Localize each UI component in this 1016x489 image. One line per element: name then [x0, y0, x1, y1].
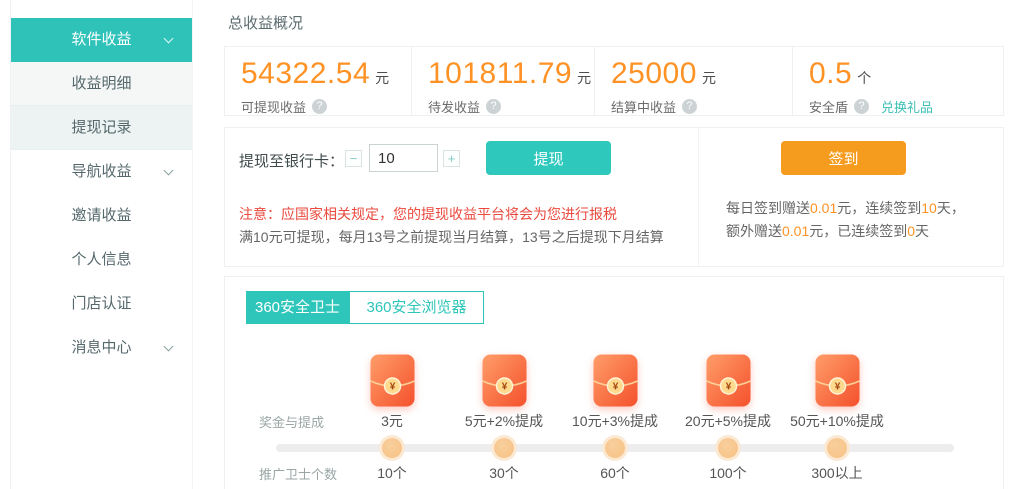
- withdraw-amount-input[interactable]: [369, 144, 438, 172]
- red-envelope-icon: [815, 354, 860, 407]
- tier-progress-dot: [605, 438, 625, 458]
- sidebar-item-invite-earnings[interactable]: 邀请收益: [11, 194, 192, 238]
- panel-divider: [698, 128, 699, 266]
- stat-unit: 元: [702, 70, 716, 86]
- chevron-down-icon: [164, 166, 174, 176]
- chevron-down-icon: [164, 342, 174, 352]
- sign-in-note-line2: 额外赠送0.01元，已连续签到0天: [726, 221, 929, 241]
- withdraw-rules-text: 满10元可提现，每月13号之前提现当月结算，13号之后提现下月结算: [239, 227, 664, 247]
- stat-security-shield: 0.5 个 安全盾? 兑换礼品: [792, 47, 1003, 115]
- help-icon[interactable]: ?: [682, 99, 697, 114]
- total-earnings-panel: 54322.54 元 可提现收益? 101811.79 元 待发收益? 25000 元…: [224, 46, 1004, 116]
- red-envelope-icon: [482, 354, 527, 407]
- stat-value: 54322.54: [241, 57, 370, 90]
- tab-360-safe-guard[interactable]: 360安全卫士: [246, 291, 349, 324]
- tier-progress-dot: [827, 438, 847, 458]
- sidebar-item-label: 收益明细: [71, 75, 131, 92]
- bonus-row-label: 奖金与提成: [259, 412, 324, 431]
- sidebar-item-message-center[interactable]: 消息中心: [11, 326, 192, 370]
- sidebar: 软件收益 收益明细 提现记录 导航收益 邀请收益 个人信息 门店认证: [0, 0, 193, 489]
- stat-value: 0.5: [809, 57, 852, 90]
- help-icon[interactable]: ?: [854, 99, 869, 114]
- stat-unit: 个: [857, 70, 871, 86]
- help-icon[interactable]: ?: [486, 99, 501, 114]
- red-envelope-icon: [370, 354, 415, 407]
- stat-unit: 元: [577, 70, 591, 86]
- stat-label: 待发收益: [428, 97, 480, 116]
- stat-label: 安全盾: [809, 97, 848, 116]
- red-envelope-icon: [706, 354, 751, 407]
- sidebar-item-withdraw-records[interactable]: 提现记录: [11, 106, 192, 150]
- sidebar-item-label: 邀请收益: [71, 207, 131, 224]
- exchange-gift-link[interactable]: 兑换礼品: [881, 97, 933, 116]
- tier-progress-dot: [494, 438, 514, 458]
- earnings-dashboard: ¥ 软件收益 收益明细 提现记录 导航收益 邀请收益: [0, 0, 1016, 489]
- tax-warning-text: 注意：应国家相关规定，您的提现收益平台将会为您进行报税: [239, 204, 617, 224]
- sidebar-top-gap: [11, 0, 192, 18]
- chevron-down-icon: [164, 34, 174, 44]
- page-title: 总收益概况: [228, 12, 303, 33]
- stat-value: 101811.79: [428, 57, 572, 90]
- sign-in-note-line1: 每日签到赠送0.01元，连续签到10天，: [726, 198, 965, 218]
- tier-progress-dot: [718, 438, 738, 458]
- red-envelope-icon: [593, 354, 638, 407]
- stat-withdrawable-earnings: 54322.54 元 可提现收益?: [225, 47, 411, 115]
- sidebar-item-earnings-detail[interactable]: 收益明细: [11, 62, 192, 106]
- withdraw-to-bank-label: 提现至银行卡：: [239, 150, 344, 171]
- withdraw-button[interactable]: 提现: [486, 141, 611, 175]
- sidebar-item-store-certification[interactable]: 门店认证: [11, 282, 192, 326]
- withdraw-panel: 提现至银行卡： − + 提现 注意：应国家相关规定，您的提现收益平台将会为您进行…: [224, 127, 1004, 267]
- stat-value: 25000: [611, 57, 697, 90]
- sidebar-item-software-earnings[interactable]: 软件收益: [11, 18, 192, 62]
- sidebar-item-navigation-earnings[interactable]: 导航收益: [11, 150, 192, 194]
- promotion-panel: 360安全卫士 360安全浏览器 奖金与提成 3元 5元+2%提成 10元+3%…: [224, 276, 1004, 489]
- sidebar-item-personal-info[interactable]: 个人信息: [11, 238, 192, 282]
- tier-count: 300以上: [767, 463, 907, 483]
- amount-plus-button[interactable]: +: [443, 150, 460, 167]
- sidebar-item-label: 门店认证: [71, 295, 131, 312]
- stat-settling-earnings: 25000 元 结算中收益?: [594, 47, 792, 115]
- stat-label: 结算中收益: [611, 97, 676, 116]
- tier-progress-dot: [382, 438, 402, 458]
- help-icon[interactable]: ?: [312, 99, 327, 114]
- sidebar-menu: 软件收益 收益明细 提现记录 导航收益 邀请收益 个人信息 门店认证: [10, 0, 192, 489]
- amount-minus-button[interactable]: −: [345, 150, 362, 167]
- sidebar-item-label: 个人信息: [71, 251, 131, 268]
- product-tabs: 360安全卫士 360安全浏览器: [246, 291, 484, 324]
- sidebar-item-label: 软件收益: [71, 31, 131, 48]
- sidebar-item-label: 导航收益: [71, 163, 131, 180]
- stat-unit: 元: [375, 70, 389, 86]
- sign-in-button[interactable]: 签到: [781, 141, 906, 175]
- sidebar-item-label: 消息中心: [71, 339, 131, 356]
- tier-bonus: 50元+10%提成: [767, 411, 907, 431]
- stat-label: 可提现收益: [241, 97, 306, 116]
- stat-pending-earnings: 101811.79 元 待发收益?: [411, 47, 594, 115]
- tab-360-browser[interactable]: 360安全浏览器: [349, 291, 484, 324]
- sidebar-item-label: 提现记录: [71, 119, 131, 136]
